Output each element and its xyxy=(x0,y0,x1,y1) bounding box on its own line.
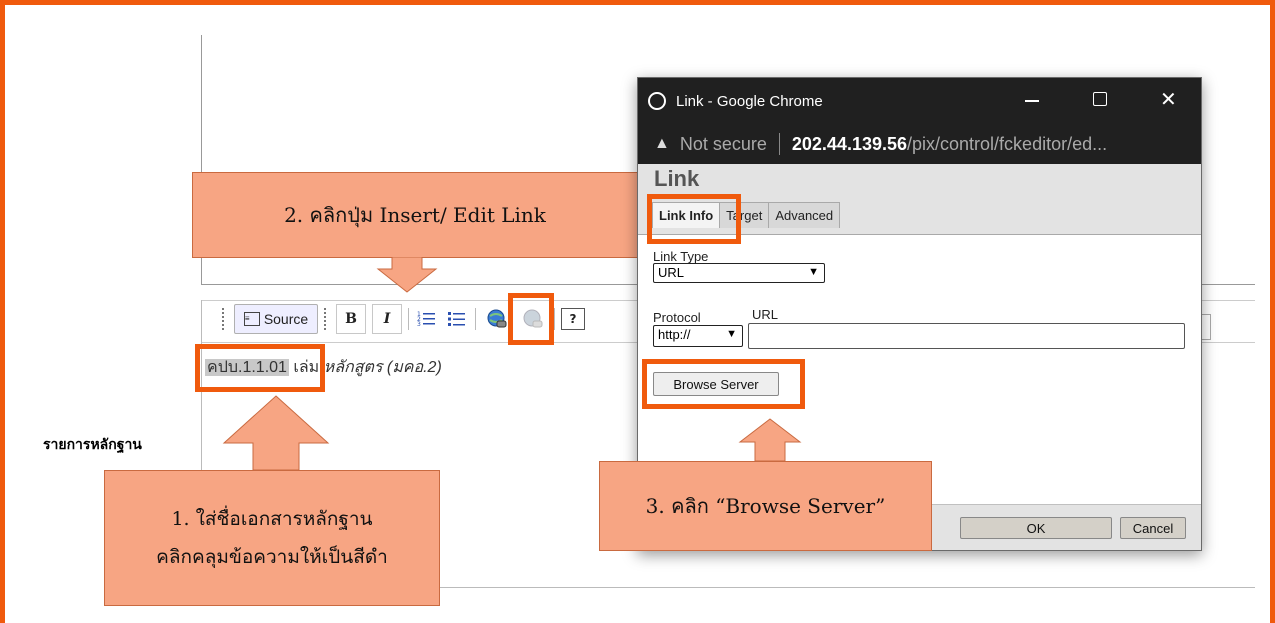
security-label: Not secure xyxy=(679,133,767,154)
tab-advanced[interactable]: Advanced xyxy=(768,202,841,228)
address-bar[interactable]: ▲ Not secure 202.44.139.56 /pix/control/… xyxy=(638,124,1201,164)
callout-step-1-line2: คลิกคลุมข้อความให้เป็นสีดำ xyxy=(156,546,388,568)
cancel-button[interactable]: Cancel xyxy=(1120,517,1186,539)
bullet-list-icon xyxy=(448,312,465,326)
window-titlebar: Link - Google Chrome ✕ xyxy=(638,78,1201,124)
url-host: 202.44.139.56 xyxy=(791,133,908,154)
italic-button[interactable]: I xyxy=(372,304,402,334)
url-label: URL xyxy=(752,307,779,322)
dialog-title: Link xyxy=(654,166,700,191)
ordered-list-button[interactable]: 123 xyxy=(415,307,439,331)
bold-button[interactable]: B xyxy=(336,304,366,334)
link-globe-icon xyxy=(487,309,507,328)
callout-step-1: 1. ใส่ชื่อเอกสารหลักฐาน คลิกคลุมข้อความใ… xyxy=(104,470,440,606)
callout-step-3-text: 3. คลิก “Browse Server” xyxy=(645,494,886,518)
callout-step-3: 3. คลิก “Browse Server” xyxy=(599,461,932,551)
protocol-value: http:// xyxy=(658,327,691,342)
highlight-link-info-tab xyxy=(647,194,741,244)
url-path: /pix/control/fckeditor/ed... xyxy=(907,133,1108,154)
callout-step-1-line1: 1. ใส่ชื่อเอกสารหลักฐาน xyxy=(171,508,373,530)
protocol-label: Protocol xyxy=(653,310,701,325)
protocol-select[interactable]: http:// ▼ xyxy=(653,325,743,347)
source-label: Source xyxy=(263,311,309,327)
callout-step-2-text: 2. คลิกปุ่ม Insert/ Edit Link xyxy=(284,203,546,227)
toolbar-separator xyxy=(408,308,409,330)
ok-button[interactable]: OK xyxy=(960,517,1112,539)
source-icon: ≡ xyxy=(243,312,260,326)
ordered-list-icon: 123 xyxy=(417,311,435,328)
arrow-up-icon xyxy=(222,395,330,471)
arrow-down-icon xyxy=(376,257,438,293)
link-type-label: Link Type xyxy=(653,249,709,264)
link-type-select[interactable]: URL ▼ xyxy=(653,263,825,283)
address-divider xyxy=(778,133,780,155)
bullet-list-button[interactable] xyxy=(445,307,469,331)
callout-step-2: 2. คลิกปุ่ม Insert/ Edit Link xyxy=(192,172,638,258)
link-type-value: URL xyxy=(658,265,685,280)
url-input[interactable] xyxy=(748,323,1185,349)
chevron-down-icon: ▼ xyxy=(726,328,737,340)
toolbar-separator xyxy=(554,308,555,330)
chrome-globe-icon xyxy=(648,92,666,110)
toolbar-grip[interactable] xyxy=(222,308,228,330)
toolbar-grip xyxy=(324,308,330,330)
toolbar-separator xyxy=(475,308,476,330)
highlight-browse-server xyxy=(642,359,805,409)
highlight-selected-text xyxy=(195,344,325,392)
minimize-icon[interactable] xyxy=(1025,100,1039,102)
chevron-down-icon: ▼ xyxy=(808,266,819,278)
close-icon[interactable]: ✕ xyxy=(1160,87,1177,112)
maximize-icon[interactable] xyxy=(1093,92,1107,106)
content-italic-text: หลักสูตร (มคอ.2) xyxy=(323,359,442,376)
svg-text:3: 3 xyxy=(417,321,421,328)
warning-icon: ▲ xyxy=(654,135,670,152)
help-button[interactable]: ? xyxy=(561,308,585,330)
highlight-link-button xyxy=(508,293,554,345)
evidence-list-label: รายการหลักฐาน xyxy=(43,437,142,453)
source-button[interactable]: ≡ Source xyxy=(234,304,318,334)
arrow-up-icon xyxy=(738,418,802,462)
window-title: Link - Google Chrome xyxy=(676,92,823,110)
